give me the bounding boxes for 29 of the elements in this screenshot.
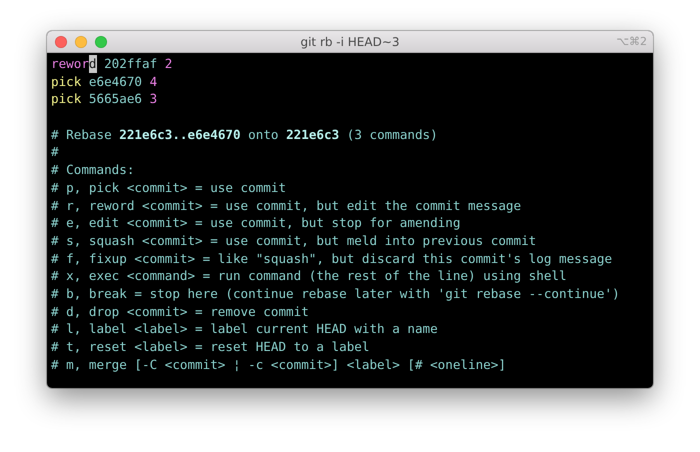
comment-line: # e, edit <commit> = use commit, but stop for amending	[51, 214, 460, 232]
commit-hash: e6e4670	[88, 72, 142, 90]
zoom-icon[interactable]	[95, 36, 107, 48]
command-keyword: pick	[51, 90, 82, 108]
comment-line: #	[51, 143, 59, 162]
comment-line: # r, reword <commit> = use commit, but edit the commit message	[51, 196, 522, 214]
minimize-icon[interactable]	[75, 36, 87, 48]
comment-line: # l, label <label> = label current HEAD with a name	[51, 320, 438, 338]
commit-note: 4	[150, 72, 158, 90]
commit-hash: 202ffaf	[104, 55, 158, 73]
comment-line: # t, reset <label> = reset HEAD to a label	[51, 338, 370, 356]
command-keyword: pick	[51, 72, 82, 90]
text-cursor: d	[88, 55, 97, 73]
comment-line: # d, drop <commit> = remove commit	[51, 302, 309, 320]
comment-line: # b, break = stop here (continue rebase later with 'git rebase --continue')	[51, 284, 620, 303]
comment-line: # Commands:	[51, 161, 134, 179]
comment-line: # f, fixup <commit> = like "squash", but discard this commit's log message	[51, 250, 612, 268]
commit-hash: 5665ae6	[88, 90, 142, 108]
commit-note: 3	[150, 90, 158, 108]
comment-line: # p, pick <commit> = use commit	[51, 178, 286, 196]
comment-line: # Rebase 221e6c3..e6e4670 onto 221e6c3 (3 commands)	[51, 126, 438, 144]
close-icon[interactable]	[55, 36, 67, 48]
window-title: git rb -i HEAD~3	[300, 34, 400, 48]
comment-line: # x, exec <command> = run command (the rest of the line) using shell	[51, 267, 567, 285]
command-keyword: rewor	[51, 55, 89, 73]
shortcut-label: ⌥⌘2	[616, 35, 647, 48]
comment-line: # m, merge [-C <commit> ¦ -c <commit>] <label> [# <oneline>]	[51, 356, 506, 374]
commit-note: 2	[164, 55, 172, 73]
comment-line: # s, squash <commit> = use commit, but meld into previous commit	[51, 232, 536, 250]
